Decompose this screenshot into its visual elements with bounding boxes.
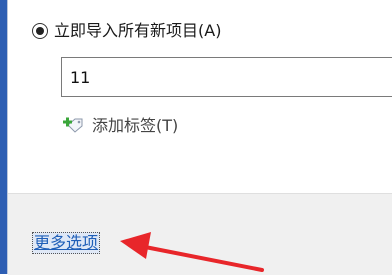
value-input[interactable] <box>61 57 392 97</box>
tag-add-icon <box>63 117 83 133</box>
import-all-radio[interactable] <box>32 23 48 39</box>
import-all-label: 立即导入所有新项目(A) <box>54 21 222 40</box>
window-edge <box>0 0 7 274</box>
more-options-link[interactable]: 更多选项 <box>32 232 101 254</box>
add-tag-label: 添加标签(T) <box>92 116 179 135</box>
radio-selected-dot <box>36 27 44 35</box>
add-tag-link[interactable]: 添加标签(T) <box>62 114 178 138</box>
import-all-new-items-option[interactable]: 立即导入所有新项目(A) <box>32 20 221 42</box>
